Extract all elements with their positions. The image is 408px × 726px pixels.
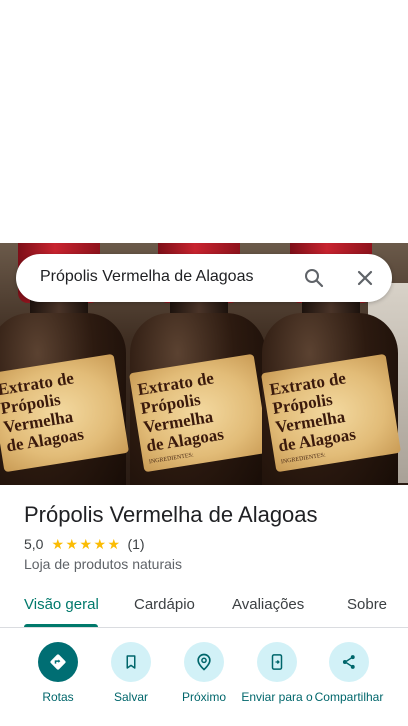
rating-stars: ★ ★ ★ ★ ★ <box>51 537 121 551</box>
tab-reviews[interactable]: Avaliações <box>232 596 304 613</box>
action-label: Rotas <box>42 690 74 704</box>
tab-overview[interactable]: Visão geral <box>24 596 99 613</box>
share-button[interactable]: Compartilhar <box>309 642 389 705</box>
nearby-icon <box>184 642 224 682</box>
active-tab-indicator <box>24 624 98 627</box>
save-button[interactable]: Salvar <box>91 642 171 705</box>
share-icon <box>329 642 369 682</box>
nearby-button[interactable]: Próximo <box>164 642 244 705</box>
action-label: Compartilhar <box>314 690 384 704</box>
star-icon: ★ <box>79 536 93 552</box>
close-icon[interactable] <box>353 266 377 290</box>
place-tabs: Visão geral Cardápio Avaliações Sobre <box>0 584 408 628</box>
tab-menu[interactable]: Cardápio <box>134 596 195 613</box>
star-icon: ★ <box>93 536 107 552</box>
directions-button[interactable]: Rotas <box>18 642 98 705</box>
rating-row[interactable]: 5,0 ★ ★ ★ ★ ★ (1) <box>24 536 145 552</box>
send-to-phone-button[interactable]: Enviar para o <box>237 642 317 705</box>
search-input[interactable]: Própolis Vermelha de Alagoas <box>40 268 253 286</box>
star-icon: ★ <box>65 536 79 552</box>
action-label: Próximo <box>181 690 226 704</box>
map-blank-area <box>0 0 408 243</box>
tab-about[interactable]: Sobre <box>347 596 387 613</box>
search-bar[interactable]: Própolis Vermelha de Alagoas <box>16 254 392 302</box>
place-category: Loja de produtos naturais <box>24 556 182 572</box>
directions-icon <box>38 642 78 682</box>
place-title: Própolis Vermelha de Alagoas <box>24 502 318 527</box>
review-count[interactable]: (1) <box>127 536 144 552</box>
star-icon: ★ <box>51 536 65 552</box>
star-icon: ★ <box>107 536 121 552</box>
action-label: Salvar <box>113 690 148 704</box>
send-to-phone-icon <box>257 642 297 682</box>
search-icon[interactable] <box>302 266 326 290</box>
rating-value: 5,0 <box>24 536 44 552</box>
bookmark-icon <box>111 642 151 682</box>
action-label: Enviar para o <box>241 690 313 704</box>
